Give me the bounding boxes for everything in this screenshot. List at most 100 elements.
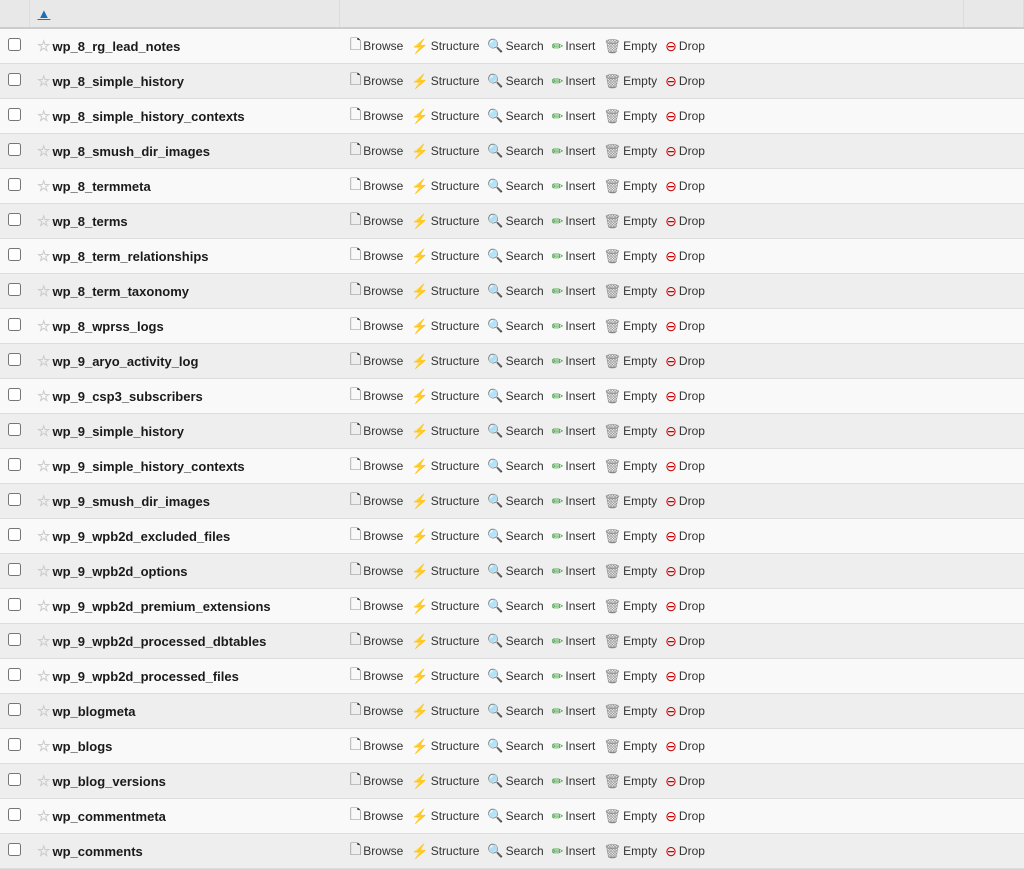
search-button[interactable]: 🔍 Search	[484, 352, 546, 370]
search-button[interactable]: 🔍 Search	[484, 527, 546, 545]
favorite-star-icon[interactable]: ☆	[37, 808, 50, 825]
insert-button[interactable]: ✏ Insert	[549, 422, 599, 441]
structure-button[interactable]: ⚡ Structure	[408, 807, 482, 826]
row-select-checkbox[interactable]	[8, 423, 21, 436]
row-select-checkbox[interactable]	[8, 318, 21, 331]
favorite-star-icon[interactable]: ☆	[37, 528, 50, 545]
browse-button[interactable]: 🗋 Browse	[347, 33, 406, 59]
row-select-checkbox[interactable]	[8, 283, 21, 296]
empty-button[interactable]: 🗑 Empty	[600, 247, 660, 266]
browse-button[interactable]: 🗋 Browse	[347, 68, 406, 94]
row-select-checkbox[interactable]	[8, 213, 21, 226]
favorite-star-icon[interactable]: ☆	[37, 248, 50, 265]
search-button[interactable]: 🔍 Search	[484, 142, 546, 160]
structure-button[interactable]: ⚡ Structure	[408, 772, 482, 791]
structure-button[interactable]: ⚡ Structure	[408, 107, 482, 126]
favorite-star-icon[interactable]: ☆	[37, 353, 50, 370]
row-select-checkbox[interactable]	[8, 738, 21, 751]
drop-button[interactable]: ⊖ Drop	[662, 212, 708, 231]
insert-button[interactable]: ✏ Insert	[549, 562, 599, 581]
structure-button[interactable]: ⚡ Structure	[408, 317, 482, 336]
insert-button[interactable]: ✏ Insert	[549, 772, 599, 791]
structure-button[interactable]: ⚡ Structure	[408, 37, 482, 56]
empty-button[interactable]: 🗑 Empty	[600, 212, 660, 231]
structure-button[interactable]: ⚡ Structure	[408, 702, 482, 721]
structure-button[interactable]: ⚡ Structure	[408, 177, 482, 196]
favorite-star-icon[interactable]: ☆	[37, 703, 50, 720]
search-button[interactable]: 🔍 Search	[484, 72, 546, 90]
insert-button[interactable]: ✏ Insert	[549, 492, 599, 511]
search-button[interactable]: 🔍 Search	[484, 667, 546, 685]
browse-button[interactable]: 🗋 Browse	[347, 698, 406, 724]
row-select-checkbox[interactable]	[8, 843, 21, 856]
search-button[interactable]: 🔍 Search	[484, 37, 546, 55]
favorite-star-icon[interactable]: ☆	[37, 178, 50, 195]
structure-button[interactable]: ⚡ Structure	[408, 282, 482, 301]
favorite-star-icon[interactable]: ☆	[37, 213, 50, 230]
browse-button[interactable]: 🗋 Browse	[347, 523, 406, 549]
insert-button[interactable]: ✏ Insert	[549, 352, 599, 371]
row-select-checkbox[interactable]	[8, 388, 21, 401]
insert-button[interactable]: ✏ Insert	[549, 37, 599, 56]
search-button[interactable]: 🔍 Search	[484, 702, 546, 720]
row-select-checkbox[interactable]	[8, 353, 21, 366]
empty-button[interactable]: 🗑 Empty	[600, 562, 660, 581]
row-select-checkbox[interactable]	[8, 633, 21, 646]
row-select-checkbox[interactable]	[8, 773, 21, 786]
search-button[interactable]: 🔍 Search	[484, 632, 546, 650]
row-select-checkbox[interactable]	[8, 668, 21, 681]
row-select-checkbox[interactable]	[8, 808, 21, 821]
empty-button[interactable]: 🗑 Empty	[600, 667, 660, 686]
drop-button[interactable]: ⊖ Drop	[662, 422, 708, 441]
search-button[interactable]: 🔍 Search	[484, 737, 546, 755]
browse-button[interactable]: 🗋 Browse	[347, 278, 406, 304]
browse-button[interactable]: 🗋 Browse	[347, 243, 406, 269]
favorite-star-icon[interactable]: ☆	[37, 598, 50, 615]
search-button[interactable]: 🔍 Search	[484, 247, 546, 265]
search-button[interactable]: 🔍 Search	[484, 772, 546, 790]
insert-button[interactable]: ✏ Insert	[549, 317, 599, 336]
drop-button[interactable]: ⊖ Drop	[662, 352, 708, 371]
drop-button[interactable]: ⊖ Drop	[662, 177, 708, 196]
search-button[interactable]: 🔍 Search	[484, 212, 546, 230]
empty-button[interactable]: 🗑 Empty	[600, 282, 660, 301]
empty-button[interactable]: 🗑 Empty	[600, 352, 660, 371]
insert-button[interactable]: ✏ Insert	[549, 457, 599, 476]
empty-button[interactable]: 🗑 Empty	[600, 842, 660, 861]
insert-button[interactable]: ✏ Insert	[549, 632, 599, 651]
row-select-checkbox[interactable]	[8, 703, 21, 716]
insert-button[interactable]: ✏ Insert	[549, 702, 599, 721]
row-select-checkbox[interactable]	[8, 563, 21, 576]
favorite-star-icon[interactable]: ☆	[37, 38, 50, 55]
search-button[interactable]: 🔍 Search	[484, 807, 546, 825]
browse-button[interactable]: 🗋 Browse	[347, 558, 406, 584]
browse-button[interactable]: 🗋 Browse	[347, 803, 406, 829]
row-select-checkbox[interactable]	[8, 493, 21, 506]
insert-button[interactable]: ✏ Insert	[549, 842, 599, 861]
favorite-star-icon[interactable]: ☆	[37, 493, 50, 510]
empty-button[interactable]: 🗑 Empty	[600, 772, 660, 791]
drop-button[interactable]: ⊖ Drop	[662, 807, 708, 826]
row-select-checkbox[interactable]	[8, 598, 21, 611]
favorite-star-icon[interactable]: ☆	[37, 143, 50, 160]
row-select-checkbox[interactable]	[8, 108, 21, 121]
drop-button[interactable]: ⊖ Drop	[662, 37, 708, 56]
drop-button[interactable]: ⊖ Drop	[662, 387, 708, 406]
structure-button[interactable]: ⚡ Structure	[408, 562, 482, 581]
browse-button[interactable]: 🗋 Browse	[347, 453, 406, 479]
structure-button[interactable]: ⚡ Structure	[408, 842, 482, 861]
empty-button[interactable]: 🗑 Empty	[600, 387, 660, 406]
browse-button[interactable]: 🗋 Browse	[347, 628, 406, 654]
empty-button[interactable]: 🗑 Empty	[600, 177, 660, 196]
insert-button[interactable]: ✏ Insert	[549, 142, 599, 161]
browse-button[interactable]: 🗋 Browse	[347, 593, 406, 619]
structure-button[interactable]: ⚡ Structure	[408, 387, 482, 406]
browse-button[interactable]: 🗋 Browse	[347, 313, 406, 339]
browse-button[interactable]: 🗋 Browse	[347, 173, 406, 199]
favorite-star-icon[interactable]: ☆	[37, 458, 50, 475]
structure-button[interactable]: ⚡ Structure	[408, 597, 482, 616]
structure-button[interactable]: ⚡ Structure	[408, 492, 482, 511]
search-button[interactable]: 🔍 Search	[484, 597, 546, 615]
favorite-star-icon[interactable]: ☆	[37, 423, 50, 440]
empty-button[interactable]: 🗑 Empty	[600, 72, 660, 91]
